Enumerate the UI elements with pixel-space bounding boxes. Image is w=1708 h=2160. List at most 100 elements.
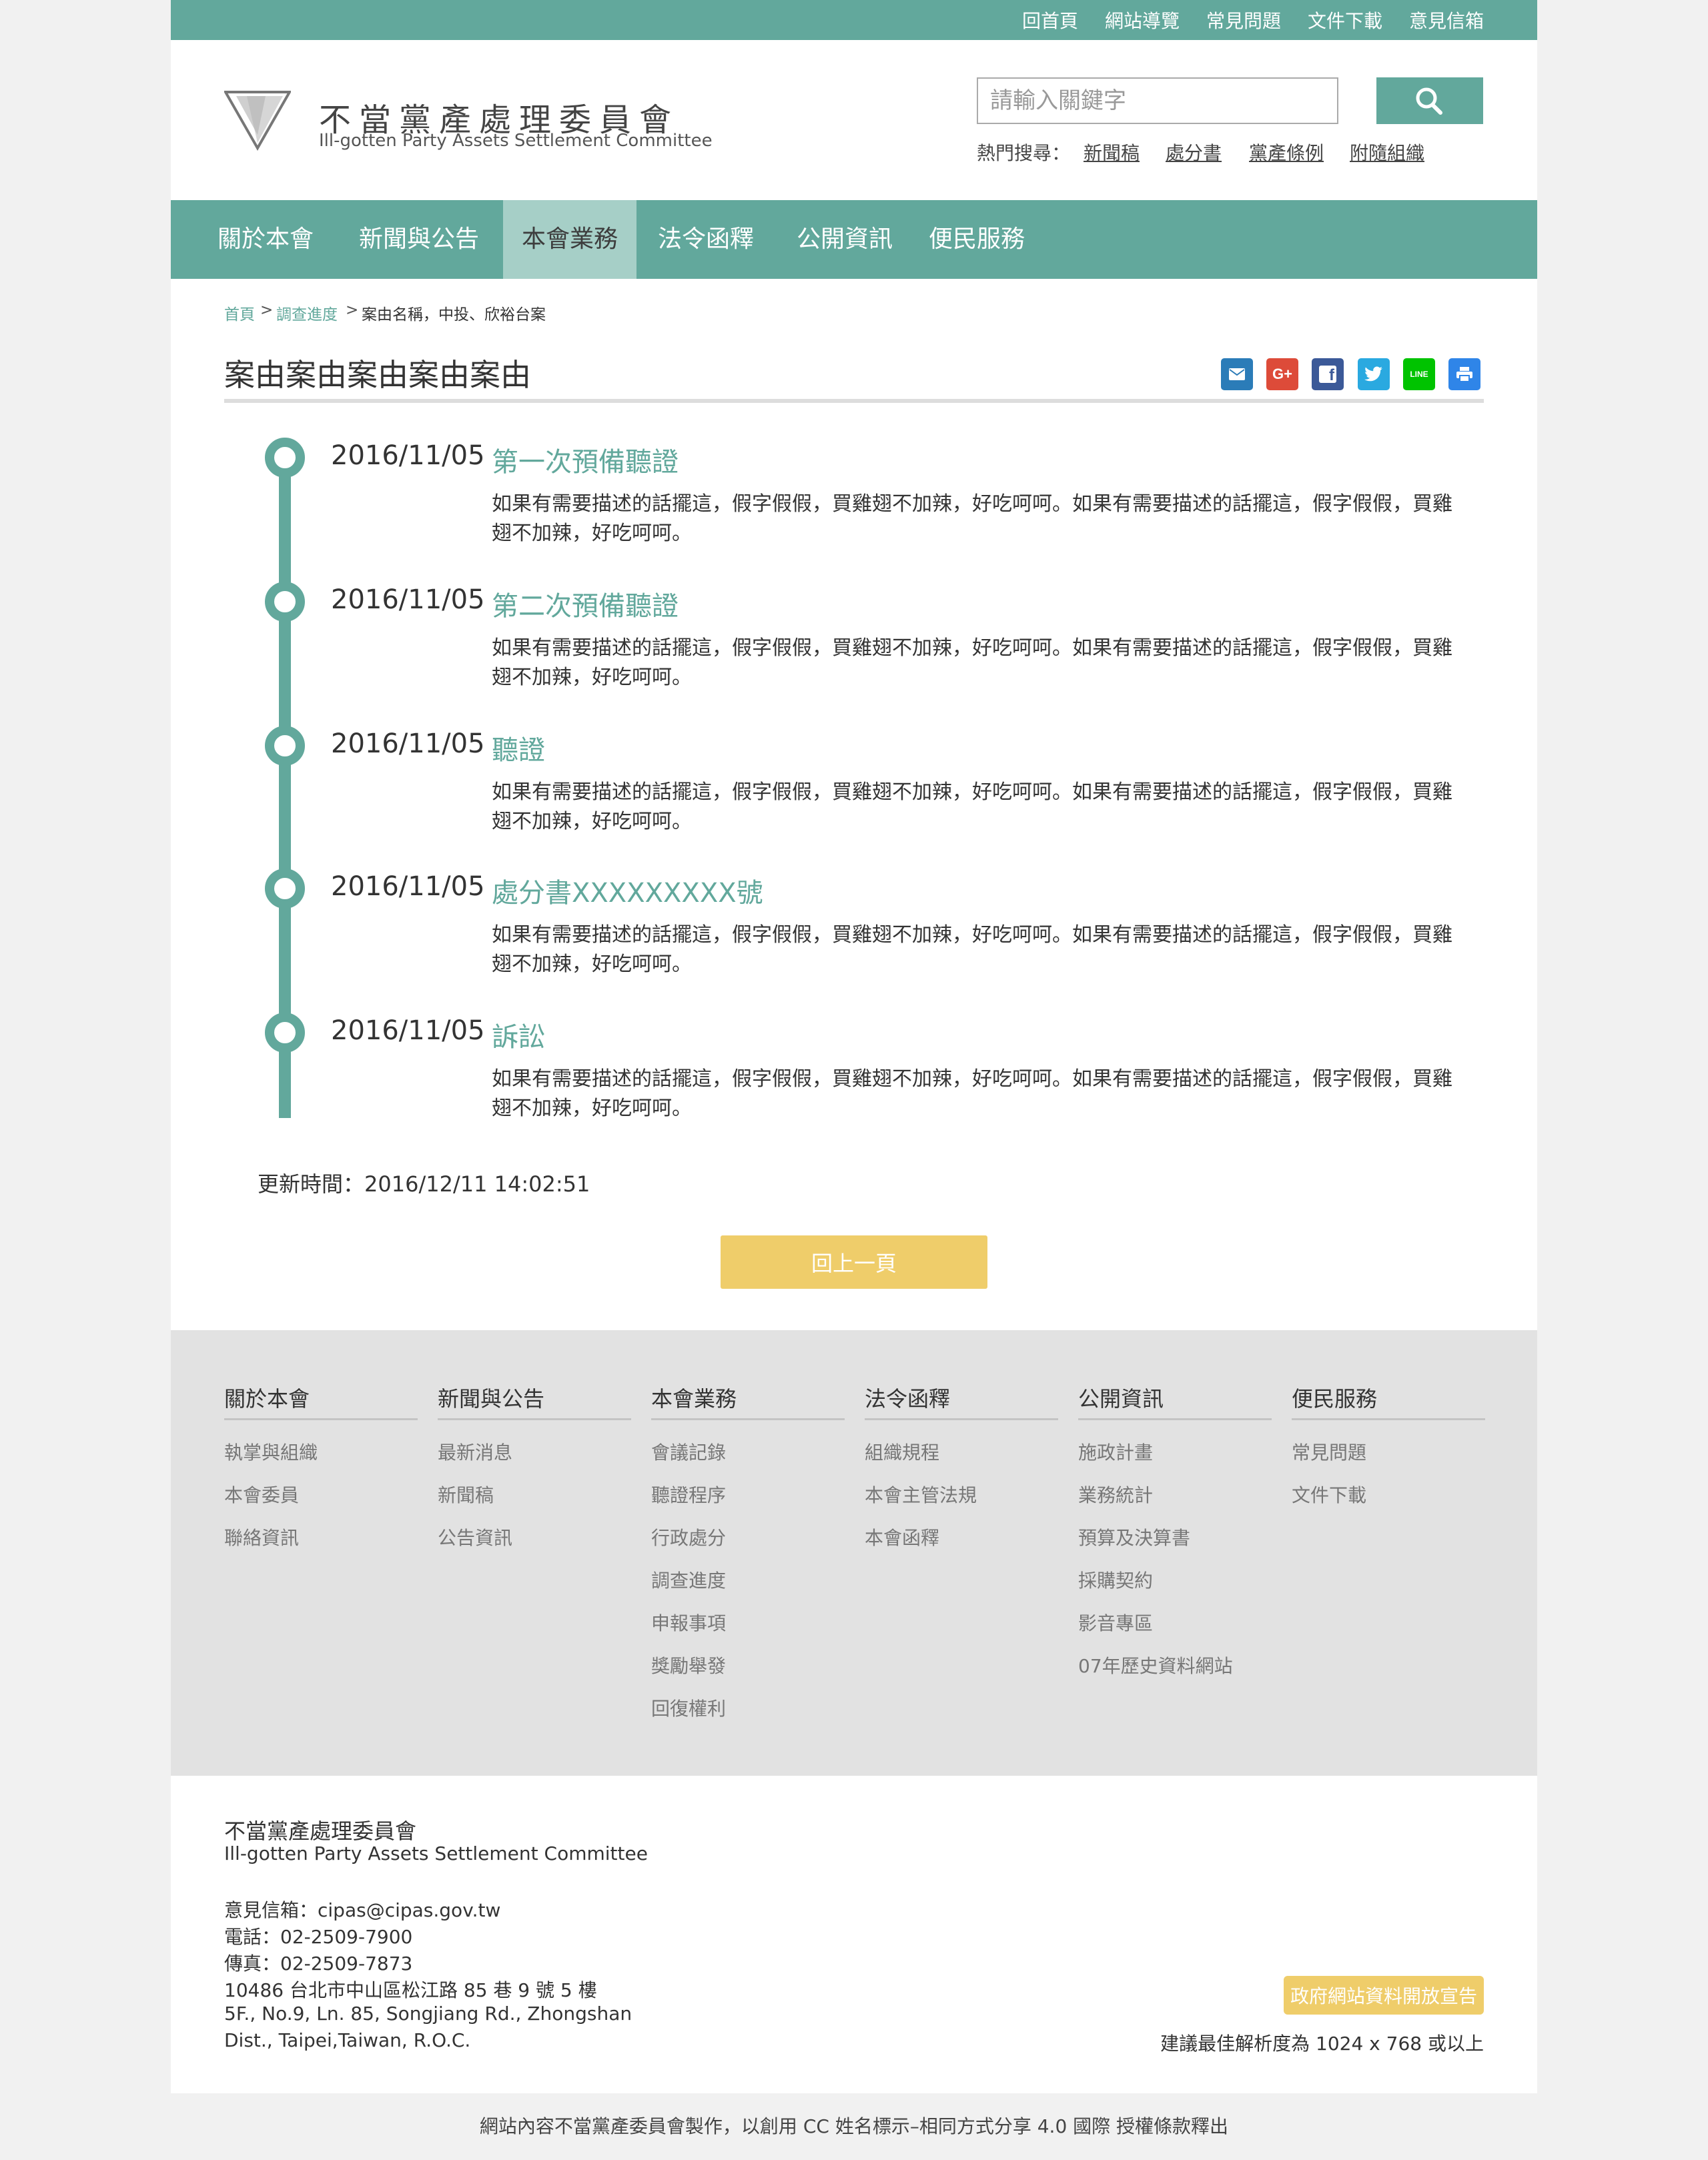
open-data-declaration-button[interactable]: 政府網站資料開放宣告 [1284,1976,1484,2015]
top-link-downloads[interactable]: 文件下載 [1308,7,1382,33]
sitemap-heading-regulations[interactable]: 法令函釋 [865,1382,950,1413]
search-input[interactable] [977,77,1338,124]
sitemap-link[interactable]: 會議記錄 [651,1438,726,1465]
footer-address-en-line1: 5F., No.9, Ln. 85, Songjiang Rd., Zhongs… [224,2003,632,2025]
sitemap-link[interactable]: 採購契約 [1078,1566,1153,1593]
timeline-dot [265,869,305,909]
sitemap-divider [651,1418,845,1420]
sitemap-link[interactable]: 公告資訊 [438,1524,512,1550]
breadcrumb-section[interactable]: 調查進度 [276,302,338,324]
footer-fax: 傳真：02-2509-7873 [224,1953,413,1975]
sitemap-heading-news[interactable]: 新聞與公告 [438,1382,544,1413]
timeline-dot [265,1013,305,1053]
footer-address-cn: 10486 台北市中山區松江路 85 巷 9 號 5 樓 [224,1979,597,2001]
search-button[interactable] [1376,77,1483,124]
breadcrumb-separator: > [260,302,274,319]
license-statement: 網站內容不當黨產委員會製作，以創用 CC 姓名標示–相同方式分享 4.0 國際 … [479,2115,1229,2137]
timeline-dot [265,726,305,766]
footer-address-en-line2: Dist., Taipei,Taiwan, R.O.C. [224,2029,471,2051]
back-button[interactable]: 回上一頁 [721,1235,987,1289]
top-link-home[interactable]: 回首頁 [1022,7,1078,33]
sitemap-link[interactable]: 文件下載 [1292,1481,1366,1508]
timeline-title[interactable]: 處分書XXXXXXXXX號 [492,871,763,910]
timeline-description: 如果有需要描述的話擺這，假字假假，買雞翅不加辣，好吃呵呵。如果有需要描述的話擺這… [492,1067,1452,1120]
timeline-date: 2016/11/05 [331,871,485,902]
sitemap-link[interactable]: 業務統計 [1078,1481,1153,1508]
share-twitter-button[interactable] [1358,358,1390,390]
sitemap-link[interactable]: 聽證程序 [651,1481,726,1508]
top-link-feedback[interactable]: 意見信箱 [1409,7,1484,33]
hot-search-disposition[interactable]: 處分書 [1166,139,1222,165]
sitemap-link[interactable]: 施政計畫 [1078,1438,1153,1465]
twitter-icon [1364,366,1382,382]
sitemap-divider [865,1418,1058,1420]
page-container: 回首頁 網站導覽 常見問題 文件下載 意見信箱 不當黨產處理委員會 Ill-go… [171,0,1537,2093]
sitemap-link[interactable]: 常見問題 [1292,1438,1366,1465]
breadcrumb-current: 案由名稱，中投、欣裕台案 [362,306,546,324]
updated-timestamp: 更新時間：2016/12/11 14:02:51 [258,1171,590,1197]
hot-search-act[interactable]: 黨產條例 [1249,139,1324,165]
timeline-description: 如果有需要描述的話擺這，假字假假，買雞翅不加辣，好吃呵呵。如果有需要描述的話擺這… [492,492,1452,545]
facebook-icon: f [1319,366,1336,384]
timeline-dot [265,582,305,622]
sitemap-heading-business[interactable]: 本會業務 [651,1382,737,1413]
sitemap-heading-about[interactable]: 關於本會 [224,1382,310,1413]
nav-about[interactable]: 關於本會 [208,200,323,279]
share-line-button[interactable]: LINE [1403,358,1435,390]
timeline-title[interactable]: 訴訟 [492,1015,545,1054]
sitemap-heading-public-info[interactable]: 公開資訊 [1078,1382,1164,1413]
logo-triangle-icon[interactable] [224,89,291,151]
print-icon [1456,367,1472,382]
timeline-title[interactable]: 第一次預備聽證 [492,440,679,479]
nav-news[interactable]: 新聞與公告 [344,200,494,279]
footer-org-name-en: Ill-gotten Party Assets Settlement Commi… [224,1842,648,1864]
nav-business[interactable]: 本會業務 [503,200,636,279]
sitemap-link[interactable]: 最新消息 [438,1438,512,1465]
timeline-date: 2016/11/05 [331,440,485,471]
share-google-plus-button[interactable]: G+ [1266,358,1298,390]
sitemap-divider [1078,1418,1272,1420]
page-title: 案由案由案由案由案由 [224,357,531,393]
footer-email[interactable]: 意見信箱：cipas@cipas.gov.tw [224,1896,500,1923]
sitemap-link[interactable]: 行政處分 [651,1524,726,1550]
sitemap-link[interactable]: 回復權利 [651,1694,726,1721]
nav-services[interactable]: 便民服務 [917,200,1037,279]
hot-search-news[interactable]: 新聞稿 [1084,139,1140,165]
sitemap-link[interactable]: 組織規程 [865,1438,939,1465]
timeline-description: 如果有需要描述的話擺這，假字假假，買雞翅不加辣，好吃呵呵。如果有需要描述的話擺這… [492,636,1452,689]
sitemap-link[interactable]: 本會函釋 [865,1524,939,1550]
nav-public-info[interactable]: 公開資訊 [779,200,910,279]
top-link-sitemap[interactable]: 網站導覽 [1105,7,1180,33]
timeline-title[interactable]: 第二次預備聽證 [492,584,679,623]
sitemap-link[interactable]: 新聞稿 [438,1481,494,1508]
timeline-date: 2016/11/05 [331,584,485,615]
footer-phone: 電話：02-2509-7900 [224,1926,413,1948]
logo-name-en[interactable]: Ill-gotten Party Assets Settlement Commi… [319,131,713,151]
sitemap-link[interactable]: 07年歷史資料網站 [1078,1652,1233,1678]
sitemap-link[interactable]: 本會主管法規 [865,1481,977,1508]
hot-search-affiliates[interactable]: 附隨組織 [1350,139,1424,165]
sitemap-link[interactable]: 本會委員 [224,1481,299,1508]
sitemap-link[interactable]: 執掌與組織 [224,1438,318,1465]
sitemap-link[interactable]: 聯絡資訊 [224,1524,299,1550]
sitemap-heading-services[interactable]: 便民服務 [1292,1382,1377,1413]
share-mail-button[interactable] [1221,358,1253,390]
timeline-date: 2016/11/05 [331,1015,485,1046]
sitemap-link[interactable]: 申報事項 [651,1609,726,1636]
top-link-faq[interactable]: 常見問題 [1206,7,1281,33]
google-plus-icon: G+ [1272,366,1292,382]
timeline-title[interactable]: 聽證 [492,728,545,767]
sitemap-link[interactable]: 調查進度 [651,1566,726,1593]
timeline-description: 如果有需要描述的話擺這，假字假假，買雞翅不加辣，好吃呵呵。如果有需要描述的話擺這… [492,923,1452,976]
share-print-button[interactable] [1448,358,1480,390]
main-nav: 關於本會 新聞與公告 本會業務 法令函釋 公開資訊 便民服務 [171,200,1537,279]
mail-icon [1229,368,1245,380]
breadcrumb-home[interactable]: 首頁 [224,302,255,324]
sitemap-link[interactable]: 預算及決算書 [1078,1524,1190,1550]
footer-org-name-cn: 不當黨產處理委員會 [224,1818,417,1844]
sitemap-link[interactable]: 影音專區 [1078,1609,1153,1636]
share-facebook-button[interactable]: f [1312,358,1344,390]
sitemap-link[interactable]: 獎勵舉發 [651,1652,726,1678]
top-utility-bar: 回首頁 網站導覽 常見問題 文件下載 意見信箱 [171,0,1537,40]
nav-regulations[interactable]: 法令函釋 [646,200,766,279]
